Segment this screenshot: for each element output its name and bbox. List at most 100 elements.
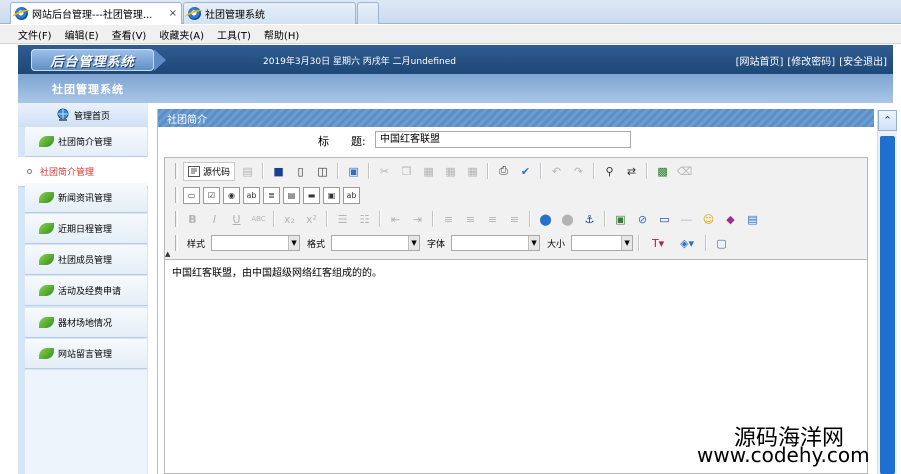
find-icon[interactable]: ⚲ (600, 162, 619, 181)
scroll-up-icon[interactable]: ⌃ (878, 110, 897, 131)
button-field-icon[interactable]: ▬ (303, 186, 320, 204)
sidebar-item-schedule[interactable]: 近期日程管理 (25, 214, 147, 244)
text-color-icon[interactable]: T▾ (645, 234, 671, 253)
sidebar-empty (25, 370, 147, 474)
copy-icon[interactable]: ❐ (397, 162, 416, 181)
ie-icon (188, 7, 201, 20)
superscript-icon[interactable]: x² (302, 210, 321, 229)
sidebar-item-club-intro[interactable]: 社团简介管理 (25, 127, 147, 157)
select-field-icon[interactable]: ▤ (283, 186, 300, 204)
change-password-link[interactable]: [修改密码] (787, 53, 835, 68)
logout-link[interactable]: [安全退出] (839, 53, 887, 68)
italic-icon[interactable]: I (205, 210, 224, 229)
sidebar-item-label: 活动及经费申请 (58, 287, 122, 297)
sidebar-item-members[interactable]: 社团成员管理 (25, 245, 147, 275)
templates-icon[interactable]: ▤ (238, 162, 257, 181)
table-icon[interactable]: ▭ (655, 210, 674, 229)
sidebar-item-activities[interactable]: 活动及经费申请 (25, 276, 147, 306)
menu-edit[interactable]: 编辑(E) (65, 27, 99, 42)
toolbar-separator (529, 211, 531, 227)
menu-favorites[interactable]: 收藏夹(A) (159, 27, 204, 42)
size-select[interactable]: ▼ (571, 235, 634, 251)
smiley-icon[interactable]: ☺ (699, 210, 718, 229)
site-home-link[interactable]: [网站首页] (736, 53, 784, 68)
toolbar-separator (337, 163, 340, 179)
horizontal-rule-icon[interactable]: ― (677, 210, 696, 229)
sidebar-item-label: 社团成员管理 (58, 256, 113, 266)
indent-icon[interactable]: ⇥ (408, 210, 427, 229)
style-label: 样式 (187, 239, 206, 250)
bold-icon[interactable]: B (183, 210, 202, 229)
sidebar-home[interactable]: 管理首页 (18, 103, 148, 127)
background-color-icon[interactable]: ◈▾ (674, 234, 700, 253)
align-right-icon[interactable]: ≡ (483, 210, 502, 229)
leaf-icon (39, 223, 54, 234)
print-icon[interactable]: ⎙ (494, 162, 513, 181)
form-icon[interactable]: ▭ (183, 186, 200, 204)
logo: 后台管理系统 (31, 49, 166, 71)
remove-format-icon[interactable]: ⌫ (675, 162, 694, 181)
subscript-icon[interactable]: x₂ (280, 210, 299, 229)
page-break-icon[interactable]: ▤ (743, 210, 762, 229)
chevron-down-icon: ▼ (528, 236, 540, 250)
underline-icon[interactable]: U (227, 210, 246, 229)
align-left-icon[interactable]: ≡ (439, 210, 458, 229)
title-input[interactable]: 中国红客联盟 (375, 131, 631, 148)
cut-icon[interactable]: ✂ (375, 162, 394, 181)
image-button-icon[interactable]: ▣ (323, 186, 340, 204)
scrollbar-thumb[interactable] (880, 136, 895, 474)
paste-text-icon[interactable]: ▦ (441, 162, 460, 181)
unordered-list-icon[interactable]: ☷ (355, 210, 374, 229)
strikethrough-icon[interactable]: ABC (249, 210, 268, 229)
sidebar-item-news[interactable]: 新闻资讯管理 (25, 183, 147, 213)
menu-view[interactable]: 查看(V) (112, 27, 147, 42)
spellcheck-icon[interactable]: ✔ (516, 162, 535, 181)
ordered-list-icon[interactable]: ☰ (333, 210, 352, 229)
special-char-icon[interactable]: ◆ (721, 210, 740, 229)
sidebar-item-equipment[interactable]: 器材场地情况 (25, 308, 147, 338)
textfield-icon[interactable]: ab (243, 186, 260, 204)
save-icon[interactable]: ■ (269, 162, 288, 181)
image-icon[interactable]: ▣ (611, 210, 630, 229)
dot-icon (27, 169, 32, 174)
browser-tab-club[interactable]: 社团管理系统 (183, 2, 356, 24)
textarea-icon[interactable]: ≣ (263, 186, 280, 204)
tab-close-icon[interactable]: × (169, 8, 177, 19)
new-tab-button[interactable] (357, 2, 379, 24)
menu-file[interactable]: 文件(F) (18, 27, 52, 42)
align-justify-icon[interactable]: ≡ (505, 210, 524, 229)
templates-page-icon[interactable]: ▣ (344, 162, 363, 181)
link-icon[interactable]: ⬤ (536, 210, 555, 229)
sidebar-item-label: 器材场地情况 (58, 319, 113, 329)
font-select[interactable]: ▼ (451, 235, 541, 251)
sidebar-item-messages[interactable]: 网站留言管理 (25, 339, 147, 369)
sidebar-item-label: 社团简介管理 (40, 168, 95, 178)
collapse-toolbar-icon[interactable]: ▲ (165, 250, 177, 259)
align-center-icon[interactable]: ≡ (461, 210, 480, 229)
radio-icon[interactable]: ◉ (223, 186, 240, 204)
menu-help[interactable]: 帮助(H) (264, 27, 299, 42)
browser-tab-admin[interactable]: 网站后台管理---社团管理... × (10, 2, 182, 24)
replace-icon[interactable]: ⇄ (622, 162, 641, 181)
checkbox-icon[interactable]: ☑ (203, 186, 220, 204)
source-button[interactable]: 源代码 (183, 161, 236, 181)
anchor-icon[interactable]: ⚓ (580, 210, 599, 229)
style-select[interactable]: ▼ (211, 235, 301, 251)
hidden-field-icon[interactable]: ab (343, 186, 360, 204)
format-select[interactable]: ▼ (331, 235, 421, 251)
paste-word-icon[interactable]: ▦ (463, 162, 482, 181)
new-page-icon[interactable]: ▯ (291, 162, 310, 181)
flash-icon[interactable]: ⊘ (633, 210, 652, 229)
toolbar-row-3: B I U ABC x₂ x² ☰ ☷ ⇤ ⇥ ≡ ≡ ≡ ≡ ⬤ ⬤ ⚓ ▣ … (173, 208, 762, 230)
maximize-icon[interactable]: ▢ (712, 234, 731, 253)
outdent-icon[interactable]: ⇤ (386, 210, 405, 229)
menu-tools[interactable]: 工具(T) (217, 27, 251, 42)
tab-title: 网站后台管理---社团管理... (32, 10, 153, 21)
undo-icon[interactable]: ↶ (547, 162, 566, 181)
select-all-icon[interactable]: ▩ (653, 162, 672, 181)
vertical-scrollbar[interactable]: ⌃ (877, 110, 897, 474)
unlink-icon[interactable]: ⬤ (558, 210, 577, 229)
preview-icon[interactable]: ◫ (313, 162, 332, 181)
redo-icon[interactable]: ↷ (569, 162, 588, 181)
paste-icon[interactable]: ▦ (419, 162, 438, 181)
